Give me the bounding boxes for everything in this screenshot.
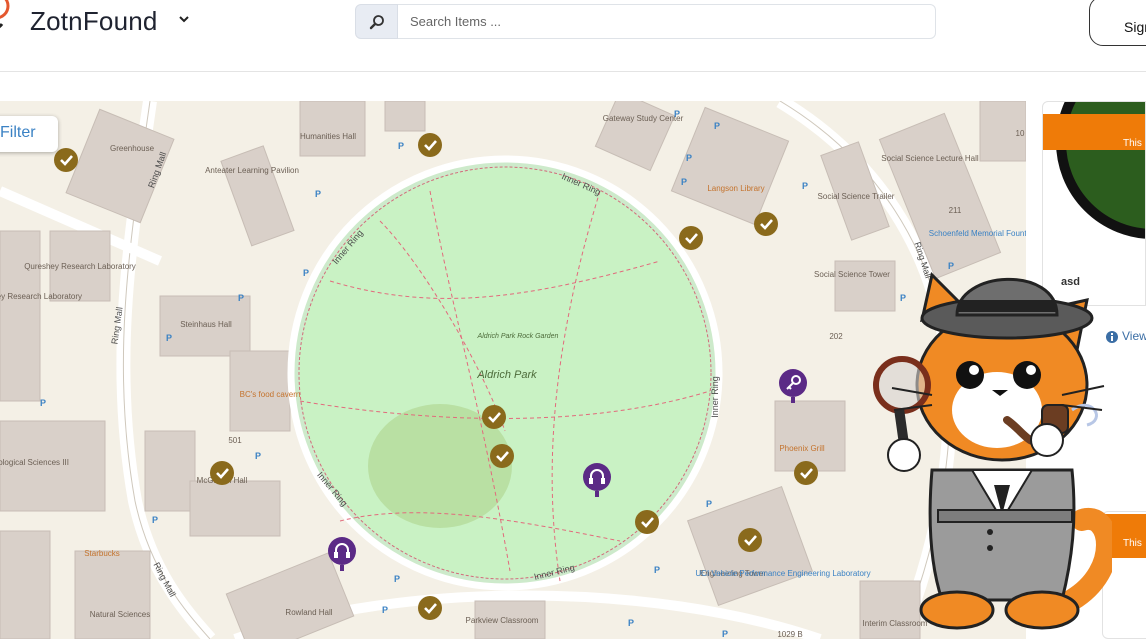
found-marker[interactable] xyxy=(754,212,778,236)
map-label-greenhouse: Greenhouse xyxy=(110,144,155,153)
svg-text:P: P xyxy=(152,515,158,525)
map-label-rowland: Rowland Hall xyxy=(285,608,332,617)
found-marker[interactable] xyxy=(418,596,442,620)
map-label-211: 211 xyxy=(949,206,962,215)
sign-in-button[interactable]: Sign xyxy=(1089,0,1146,46)
map-label-202: 202 xyxy=(829,332,843,341)
map-label-social-lecture: Social Science Lecture Hall xyxy=(881,154,979,163)
map-label-starbucks: Starbucks xyxy=(84,549,120,558)
svg-text:P: P xyxy=(238,293,244,303)
map-label-1029b: 1029 B xyxy=(777,630,802,639)
svg-text:P: P xyxy=(382,605,388,615)
map-label-10: 10 xyxy=(1016,129,1025,138)
svg-text:P: P xyxy=(674,109,680,119)
map-label-bcs: BC's food cavern xyxy=(240,390,301,399)
search-button[interactable] xyxy=(355,4,398,39)
item-banner: This xyxy=(1043,114,1145,150)
app-logo-icon[interactable] xyxy=(0,0,14,36)
found-marker[interactable] xyxy=(679,226,703,250)
svg-text:P: P xyxy=(722,629,728,639)
map-label-rock-garden: Aldrich Park Rock Garden xyxy=(477,333,559,340)
map-label-gateway: Gateway Study Center xyxy=(603,114,684,123)
map-label-natural-sciences: Natural Sciences xyxy=(90,610,150,619)
found-marker[interactable] xyxy=(210,461,234,485)
found-marker[interactable] xyxy=(418,133,442,157)
map-label-steinhaus: Steinhaus Hall xyxy=(180,320,232,329)
svg-text:P: P xyxy=(255,451,261,461)
map-label-bonney: Bonney Research Laboratory xyxy=(0,292,82,301)
svg-text:P: P xyxy=(686,153,692,163)
svg-text:P: P xyxy=(398,141,404,151)
map-label-anteater: Anteater Learning Pavilion xyxy=(205,166,299,175)
map-label-501: 501 xyxy=(228,436,242,445)
svg-text:P: P xyxy=(706,499,712,509)
filter-button[interactable]: Filter xyxy=(0,116,58,152)
map-label-uci-vehicle: UCI Vehicle Performance Engineering Labo… xyxy=(695,569,870,578)
found-marker[interactable] xyxy=(54,148,78,172)
map-label-social-trailer: Social Science Trailer xyxy=(818,192,895,201)
map-label-phoenix: Phoenix Grill xyxy=(779,444,825,453)
map-label-bio: Biological Sciences III xyxy=(0,458,69,467)
svg-text:P: P xyxy=(654,565,660,575)
chevron-down-icon[interactable] xyxy=(177,12,191,26)
detective-cat-mascot xyxy=(873,272,1112,630)
found-marker[interactable] xyxy=(490,444,514,468)
map-label-langson: Langson Library xyxy=(707,184,764,193)
app-header: ZotnFound Search Items ... Sign xyxy=(0,0,1146,72)
svg-text:P: P xyxy=(303,268,309,278)
map-label-parkview: Parkview Classroom xyxy=(466,616,539,625)
map-label-humanities: Humanities Hall xyxy=(300,132,356,141)
view-item-button[interactable]: View xyxy=(1122,329,1146,343)
svg-text:P: P xyxy=(394,574,400,584)
found-marker[interactable] xyxy=(794,461,818,485)
map-label-aldrich-park: Aldrich Park xyxy=(476,369,537,381)
map-label-schoenfeld: Schoenfeld Memorial Fountain xyxy=(929,229,1026,238)
search-icon xyxy=(369,14,384,29)
svg-text:P: P xyxy=(628,618,634,628)
found-marker[interactable] xyxy=(635,510,659,534)
svg-text:P: P xyxy=(714,121,720,131)
svg-text:P: P xyxy=(40,398,46,408)
svg-text:P: P xyxy=(315,189,321,199)
svg-text:P: P xyxy=(166,333,172,343)
svg-text:P: P xyxy=(802,181,808,191)
map-label-qureshey: Qureshey Research Laboratory xyxy=(24,262,136,271)
map-label-inner-ring-right: Inner Ring xyxy=(710,376,720,418)
svg-text:P: P xyxy=(681,177,687,187)
app-title[interactable]: ZotnFound xyxy=(30,6,158,37)
search-input[interactable]: Search Items ... xyxy=(398,4,936,39)
found-marker[interactable] xyxy=(482,405,506,429)
found-marker[interactable] xyxy=(738,528,762,552)
